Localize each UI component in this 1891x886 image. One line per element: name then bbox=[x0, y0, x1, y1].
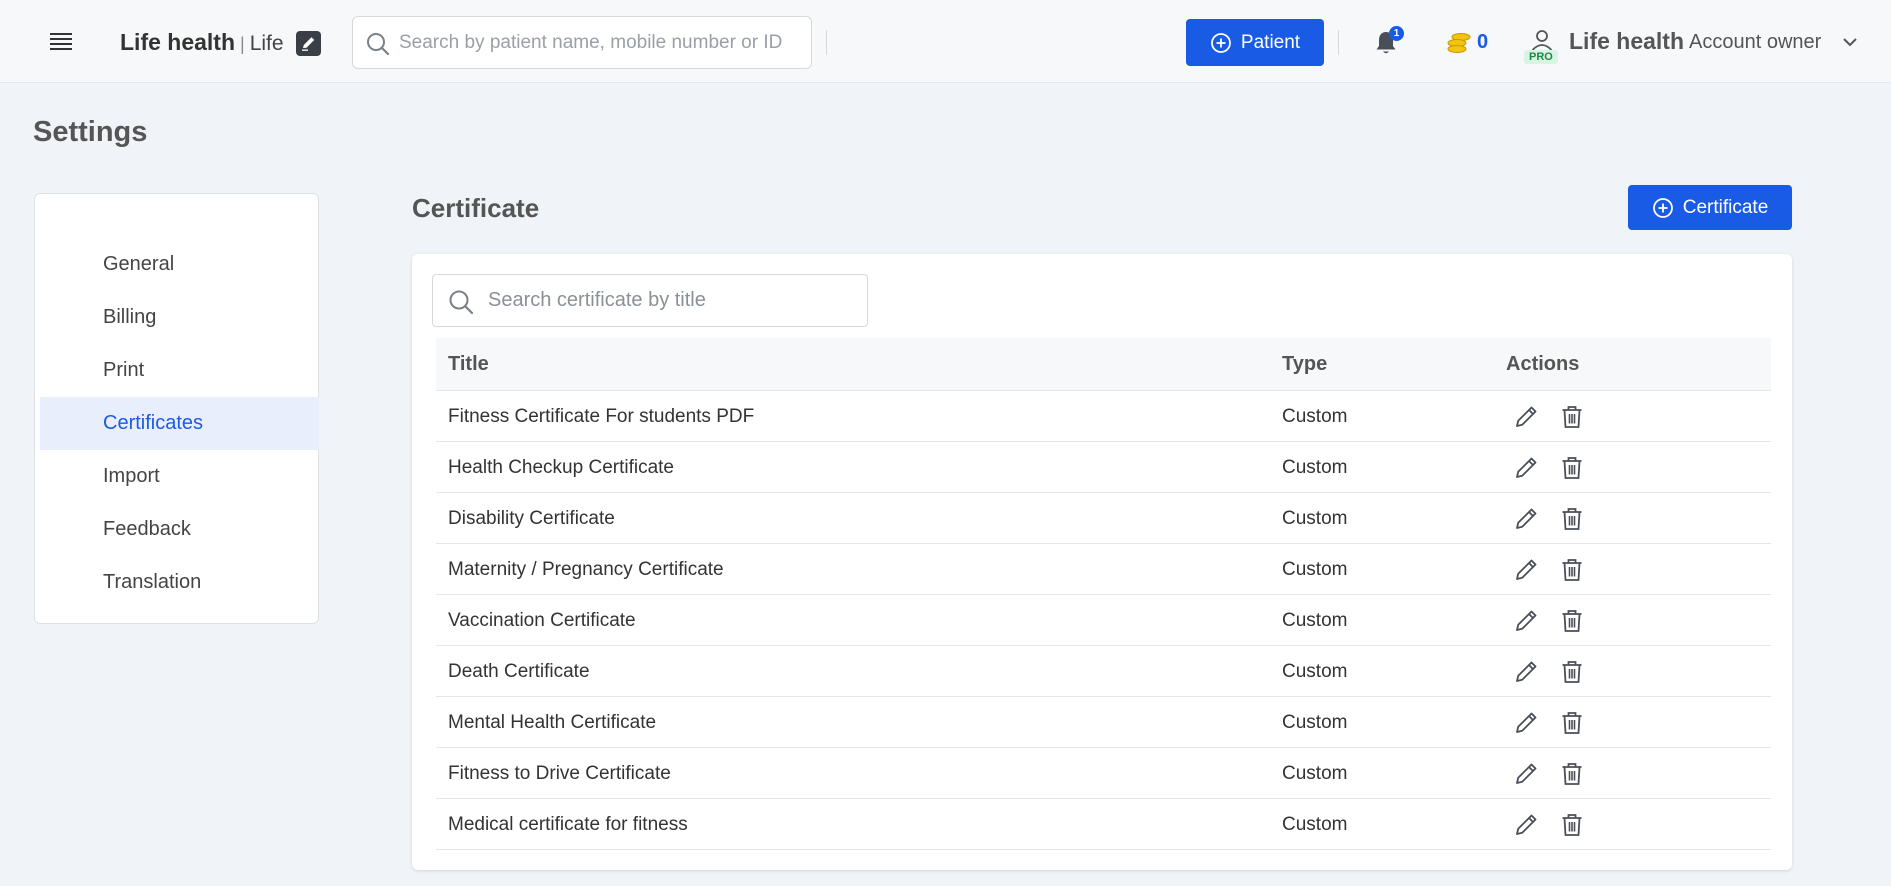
trash-icon[interactable] bbox=[1559, 506, 1585, 532]
brand-sub: Life bbox=[249, 32, 284, 55]
edit-icon[interactable] bbox=[1513, 659, 1539, 685]
sidebar-item-print[interactable]: Print bbox=[40, 344, 319, 397]
bell-icon[interactable]: 1 bbox=[1373, 26, 1404, 57]
section-title: Certificate bbox=[412, 193, 540, 223]
sidebar-item-import[interactable]: Import bbox=[40, 450, 319, 503]
page-title: Settings bbox=[33, 116, 148, 148]
edit-icon[interactable] bbox=[1513, 761, 1539, 787]
trash-icon[interactable] bbox=[1559, 608, 1585, 634]
table-row: Fitness Certificate For students PDF Cus… bbox=[436, 391, 1771, 442]
certificate-type: Custom bbox=[1282, 457, 1348, 478]
certificate-search[interactable] bbox=[432, 274, 868, 327]
certificate-card: Title Type Actions Fitness Certificate F… bbox=[412, 254, 1792, 870]
edit-icon[interactable] bbox=[1513, 557, 1539, 583]
certificate-title: Mental Health Certificate bbox=[448, 712, 657, 733]
trash-icon[interactable] bbox=[1559, 557, 1585, 583]
edit-icon[interactable] bbox=[1513, 812, 1539, 838]
sidebar-item-feedback[interactable]: Feedback bbox=[40, 503, 319, 556]
certificate-type: Custom bbox=[1282, 559, 1348, 580]
certificate-title: Vaccination Certificate bbox=[448, 610, 636, 631]
sidebar-item-translation[interactable]: Translation bbox=[40, 556, 319, 609]
table-row: Maternity / Pregnancy Certificate Custom bbox=[436, 544, 1771, 595]
top-bar: Life health|Life Patient 1 bbox=[0, 0, 1891, 83]
certificate-title: Disability Certificate bbox=[448, 508, 615, 529]
coin-count: 0 bbox=[1477, 31, 1489, 53]
table-row: Health Checkup Certificate Custom bbox=[436, 442, 1771, 493]
certificate-type: Custom bbox=[1282, 763, 1348, 784]
account-name: Life health bbox=[1569, 28, 1685, 54]
certificate-title: Fitness Certificate For students PDF bbox=[448, 406, 755, 427]
menu-icon[interactable] bbox=[50, 33, 72, 51]
plus-circle-icon bbox=[1211, 32, 1231, 53]
add-certificate-label: Certificate bbox=[1682, 196, 1769, 218]
pro-badge: PRO bbox=[1524, 50, 1558, 64]
add-patient-button[interactable]: Patient bbox=[1186, 19, 1324, 66]
table-row: Fitness to Drive Certificate Custom bbox=[436, 748, 1771, 799]
column-title: Title bbox=[448, 353, 489, 375]
certificate-type: Custom bbox=[1282, 508, 1348, 529]
trash-icon[interactable] bbox=[1559, 812, 1585, 838]
edit-icon[interactable] bbox=[1513, 608, 1539, 634]
trash-icon[interactable] bbox=[1559, 659, 1585, 685]
brand: Life health | Life bbox=[120, 29, 284, 56]
patient-search-input[interactable] bbox=[399, 17, 799, 68]
table-header: Title Type Actions bbox=[436, 338, 1771, 391]
sidebar-item-general[interactable]: General bbox=[40, 238, 319, 291]
add-patient-label: Patient bbox=[1240, 31, 1301, 53]
trash-icon[interactable] bbox=[1559, 761, 1585, 787]
edit-brand-icon[interactable] bbox=[296, 31, 321, 56]
certificate-type: Custom bbox=[1282, 712, 1348, 733]
certificate-title: Maternity / Pregnancy Certificate bbox=[448, 559, 724, 580]
table-row: Vaccination Certificate Custom bbox=[436, 595, 1771, 646]
certificate-title: Health Checkup Certificate bbox=[448, 457, 674, 478]
trash-icon[interactable] bbox=[1559, 404, 1585, 430]
brand-separator: | bbox=[240, 34, 245, 54]
settings-sidebar: General Billing Print Certificates Impor… bbox=[34, 193, 319, 624]
certificate-type: Custom bbox=[1282, 406, 1348, 427]
certificate-table: Title Type Actions Fitness Certificate F… bbox=[436, 338, 1771, 850]
user-icon bbox=[1531, 30, 1553, 51]
table-row: Mental Health Certificate Custom bbox=[436, 697, 1771, 748]
account-menu[interactable]: PRO Life health Account owner bbox=[1524, 22, 1864, 70]
table-row: Disability Certificate Custom bbox=[436, 493, 1771, 544]
patient-search[interactable] bbox=[352, 16, 812, 69]
divider bbox=[826, 30, 827, 55]
certificate-type: Custom bbox=[1282, 814, 1348, 835]
certificate-type: Custom bbox=[1282, 610, 1348, 631]
search-icon bbox=[367, 33, 390, 56]
divider bbox=[1338, 30, 1339, 55]
chevron-down-icon bbox=[1843, 38, 1857, 47]
account-role: Account owner bbox=[1689, 31, 1822, 53]
certificate-title: Medical certificate for fitness bbox=[448, 814, 688, 835]
certificate-title: Fitness to Drive Certificate bbox=[448, 763, 671, 784]
sidebar-item-certificates[interactable]: Certificates bbox=[40, 397, 319, 450]
notification-badge: 1 bbox=[1389, 26, 1404, 41]
sidebar-item-billing[interactable]: Billing bbox=[40, 291, 319, 344]
edit-icon[interactable] bbox=[1513, 506, 1539, 532]
coins-icon[interactable] bbox=[1446, 31, 1472, 60]
table-row: Medical certificate for fitness Custom bbox=[436, 799, 1771, 850]
table-body: Fitness Certificate For students PDF Cus… bbox=[436, 391, 1771, 850]
certificate-search-input[interactable] bbox=[488, 275, 858, 326]
column-actions: Actions bbox=[1506, 353, 1580, 375]
add-certificate-button[interactable]: Certificate bbox=[1628, 185, 1792, 230]
edit-icon[interactable] bbox=[1513, 710, 1539, 736]
certificate-type: Custom bbox=[1282, 661, 1348, 682]
plus-circle-icon bbox=[1652, 197, 1673, 218]
column-type: Type bbox=[1282, 353, 1328, 375]
table-row: Death Certificate Custom bbox=[436, 646, 1771, 697]
certificate-title: Death Certificate bbox=[448, 661, 590, 682]
search-icon bbox=[449, 290, 474, 315]
trash-icon[interactable] bbox=[1559, 710, 1585, 736]
brand-name: Life health bbox=[120, 29, 236, 55]
trash-icon[interactable] bbox=[1559, 455, 1585, 481]
edit-icon[interactable] bbox=[1513, 404, 1539, 430]
edit-icon[interactable] bbox=[1513, 455, 1539, 481]
